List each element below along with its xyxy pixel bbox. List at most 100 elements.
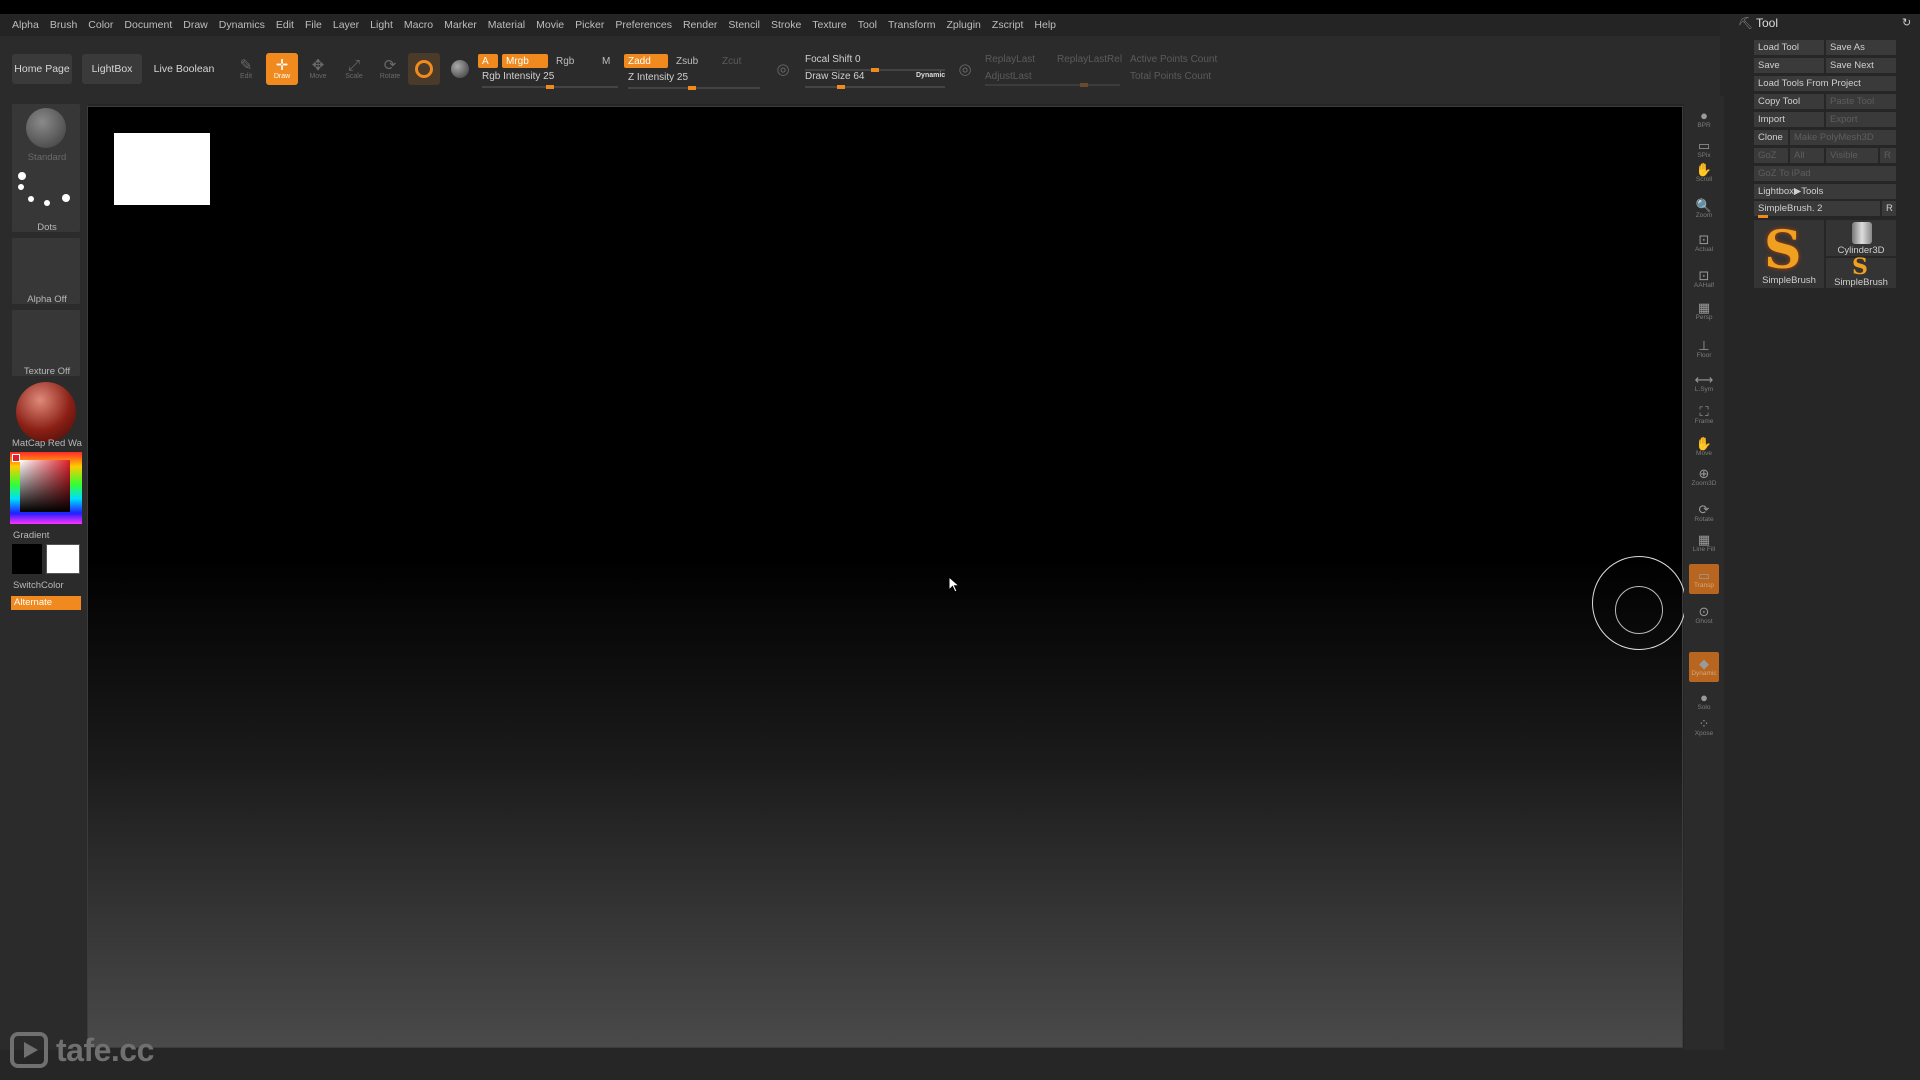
live-boolean-button[interactable]: Live Boolean (152, 54, 216, 84)
shelf-button-l-sym[interactable]: ⟷ L.Sym (1689, 368, 1719, 398)
m-toggle[interactable]: M (598, 54, 614, 68)
current-tool-r-button[interactable]: R (1882, 201, 1896, 216)
menu-file[interactable]: File (305, 19, 322, 31)
load-tool-button[interactable]: Load Tool (1754, 40, 1824, 55)
tool-tile-cylinder3d[interactable]: Cylinder3D (1826, 220, 1896, 256)
draw-size-knob[interactable] (837, 85, 845, 89)
zadd-toggle[interactable]: Zadd (624, 54, 668, 68)
alternate-toggle[interactable]: Alternate (11, 596, 81, 610)
color-picker[interactable] (10, 452, 82, 524)
shelf-button-aahalf[interactable]: ⊡ AAHalf (1689, 264, 1719, 294)
menu-transform[interactable]: Transform (888, 19, 935, 31)
navigation-thumbnail[interactable] (114, 133, 210, 205)
lightbox-tools-button[interactable]: Lightbox▶Tools (1754, 184, 1896, 199)
move-mode-button[interactable]: ✥ Move (302, 53, 334, 85)
current-tool-knob[interactable] (1758, 215, 1768, 218)
clone-button[interactable]: Clone (1754, 130, 1788, 145)
import-button[interactable]: Import (1754, 112, 1824, 127)
rotate-mode-button[interactable]: ⟳ Rotate (374, 53, 406, 85)
switch-color-button[interactable]: SwitchColor (13, 580, 83, 591)
rgb-toggle[interactable]: Rgb (552, 54, 582, 68)
mrgb-toggle[interactable]: Mrgb (502, 54, 548, 68)
color-picker-square[interactable] (20, 460, 70, 512)
menu-render[interactable]: Render (683, 19, 717, 31)
rgb-intensity-knob[interactable] (546, 85, 554, 89)
load-tools-from-project-button[interactable]: Load Tools From Project (1754, 76, 1896, 91)
goz-visible-button[interactable]: Visible (1826, 148, 1878, 163)
replay-last-button[interactable]: ReplayLast (985, 54, 1035, 65)
adjust-last-knob[interactable] (1080, 83, 1088, 87)
scale-mode-button[interactable]: ⤢ Scale (338, 53, 370, 85)
dynamic-toggle[interactable]: Dynamic (916, 72, 945, 79)
rgb-intensity-slider[interactable]: Rgb Intensity 25 (482, 71, 618, 89)
shelf-button-ghost[interactable]: ⊙ Ghost (1689, 600, 1719, 630)
shelf-button-zoom[interactable]: 🔍 Zoom (1689, 194, 1719, 224)
goz-r-button[interactable]: R (1880, 148, 1896, 163)
shelf-button-xpose[interactable]: ⁘ Xpose (1689, 712, 1719, 742)
shelf-button-floor[interactable]: ⊥ Floor (1689, 334, 1719, 364)
menu-help[interactable]: Help (1034, 19, 1056, 31)
adjust-last-slider[interactable]: AdjustLast (985, 71, 1032, 82)
menu-draw[interactable]: Draw (183, 19, 208, 31)
shelf-button-dynamic[interactable]: ◆ Dynamic (1689, 652, 1719, 682)
menu-macro[interactable]: Macro (404, 19, 433, 31)
material-selector[interactable] (12, 380, 80, 446)
zcut-toggle[interactable]: Zcut (718, 54, 752, 68)
menu-zplugin[interactable]: Zplugin (946, 19, 980, 31)
menu-stroke[interactable]: Stroke (771, 19, 801, 31)
menu-color[interactable]: Color (88, 19, 113, 31)
main-color-swatch[interactable] (12, 544, 42, 574)
menu-preferences[interactable]: Preferences (615, 19, 672, 31)
copy-tool-button[interactable]: Copy Tool (1754, 94, 1824, 109)
secondary-color-swatch[interactable] (46, 544, 80, 574)
menu-dynamics[interactable]: Dynamics (219, 19, 265, 31)
zsub-toggle[interactable]: Zsub (672, 54, 708, 68)
goz-all-button[interactable]: All (1790, 148, 1824, 163)
home-page-button[interactable]: Home Page (12, 54, 72, 84)
tool-tile-simplebrush-small[interactable]: S SimpleBrush (1826, 254, 1896, 288)
paste-tool-button[interactable]: Paste Tool (1826, 94, 1896, 109)
sculpt-mode-button[interactable] (408, 53, 440, 85)
menu-picker[interactable]: Picker (575, 19, 604, 31)
menu-alpha[interactable]: Alpha (12, 19, 39, 31)
goz-to-ipad-button[interactable]: GoZ To iPad (1754, 166, 1896, 181)
menu-texture[interactable]: Texture (812, 19, 846, 31)
document-canvas[interactable] (87, 106, 1683, 1048)
shelf-button-scroll[interactable]: ✋ Scroll (1689, 158, 1719, 188)
make-polymesh-button[interactable]: Make PolyMesh3D (1790, 130, 1896, 145)
edit-mode-button[interactable]: ✎ Edit (230, 53, 262, 85)
goz-button[interactable]: GoZ (1754, 148, 1788, 163)
save-button[interactable]: Save (1754, 58, 1824, 73)
current-tool-slider[interactable]: SimpleBrush. 2 (1754, 201, 1880, 216)
menu-material[interactable]: Material (488, 19, 525, 31)
z-intensity-slider[interactable]: Z Intensity 25 (628, 72, 760, 90)
export-button[interactable]: Export (1826, 112, 1896, 127)
draw-mode-button[interactable]: ✛ Draw (266, 53, 298, 85)
menu-marker[interactable]: Marker (444, 19, 477, 31)
focal-shift-icon-button[interactable]: ◎ (770, 56, 796, 82)
tool-tile-simplebrush[interactable]: S SimpleBrush (1754, 220, 1824, 288)
focal-shift-slider[interactable]: Focal Shift 0 (805, 54, 945, 72)
menu-light[interactable]: Light (370, 19, 393, 31)
lightbox-button[interactable]: LightBox (82, 54, 142, 84)
shelf-button-transp[interactable]: ▭ Transp (1689, 564, 1719, 594)
lazy-mouse-icon-button[interactable]: ◎ (952, 56, 978, 82)
menu-document[interactable]: Document (124, 19, 172, 31)
shelf-button-move[interactable]: ✋ Move (1689, 432, 1719, 462)
a-toggle[interactable]: A (478, 54, 498, 68)
shelf-button-zoom3d[interactable]: ⊕ Zoom3D (1689, 462, 1719, 492)
menu-brush[interactable]: Brush (50, 19, 77, 31)
z-intensity-knob[interactable] (688, 86, 696, 90)
menu-zscript[interactable]: Zscript (992, 19, 1024, 31)
shelf-button-frame[interactable]: ⛶ Frame (1689, 400, 1719, 430)
menu-tool[interactable]: Tool (858, 19, 877, 31)
menu-edit[interactable]: Edit (276, 19, 294, 31)
menu-layer[interactable]: Layer (333, 19, 359, 31)
save-next-button[interactable]: Save Next (1826, 58, 1896, 73)
panel-refresh-icon[interactable]: ↻ (1902, 16, 1911, 29)
menu-movie[interactable]: Movie (536, 19, 564, 31)
shelf-button-bpr[interactable]: ● BPR (1689, 104, 1719, 134)
replay-last-rel-button[interactable]: ReplayLastRel (1057, 54, 1122, 65)
menu-stencil[interactable]: Stencil (728, 19, 760, 31)
material-sphere-button[interactable] (444, 53, 476, 85)
